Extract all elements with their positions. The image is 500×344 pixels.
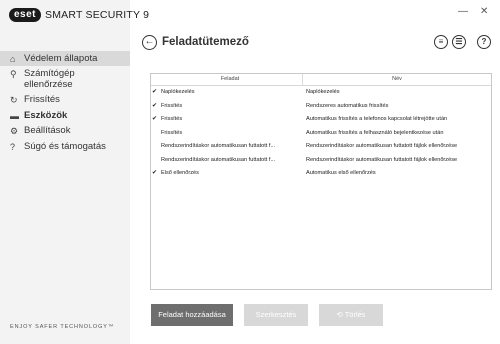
help-icon[interactable]: ? — [477, 35, 491, 49]
sidebar-item-1[interactable]: ⚲ Számítógép ellenőrzése — [0, 66, 130, 92]
table-row[interactable]: Frissítés Automatikus frissítés a felhasz… — [151, 127, 491, 141]
help-icon: ? — [10, 142, 16, 152]
table-row[interactable]: ✔ Naplókezelés Naplókezelés — [151, 86, 491, 100]
back-arrow-icon[interactable]: ← — [142, 35, 157, 50]
table-row[interactable]: ✔ Frissítés Rendszeres automatikus frissít… — [151, 100, 491, 114]
task-cell: Naplókezelés — [161, 89, 195, 95]
checkmark-icon[interactable]: ✔ — [151, 100, 158, 114]
checkmark-icon[interactable] — [151, 154, 158, 168]
task-cell: Rendszerindításkor automatikusan futtato… — [161, 143, 276, 149]
sidebar-item-label: Beállítások — [24, 125, 71, 136]
refresh-icon: ↻ — [10, 95, 18, 105]
sidebar-item-0[interactable]: ⌂ Védelem állapota — [0, 51, 130, 66]
task-cell: Első ellenőrzés — [161, 170, 199, 176]
checkmark-icon[interactable] — [151, 140, 158, 154]
name-cell: Rendszerindításkor automatikusan futtato… — [306, 143, 458, 149]
sidebar-item-label: Számítógép ellenőrzése — [24, 68, 75, 90]
list-menu-icon[interactable]: ≡ — [434, 35, 448, 49]
table-row[interactable]: Rendszerindításkor automatikusan futtato… — [151, 154, 491, 168]
checkmark-icon[interactable]: ✔ — [151, 113, 158, 127]
name-cell: Automatikus első ellenőrzés — [306, 170, 376, 176]
eset-logo: eset — [9, 8, 42, 22]
filter-icon[interactable]: ☰ — [452, 35, 466, 49]
sidebar-item-5[interactable]: ? Súgó és támogatás — [0, 139, 130, 154]
task-cell: Frissítés — [161, 116, 183, 122]
add-task-button[interactable]: Feladat hozzáadása — [151, 304, 233, 326]
search-icon: ⚲ — [10, 69, 17, 79]
sidebar-item-2[interactable]: ↻ Frissítés — [0, 92, 130, 108]
name-cell: Rendszerindításkor automatikusan futtato… — [306, 156, 458, 163]
sidebar-item-4[interactable]: ⚙ Beállítások — [0, 123, 130, 139]
gear-icon: ⚙ — [10, 126, 19, 136]
sidebar-item-label: Súgó és támogatás — [24, 141, 106, 152]
minimize-button[interactable]: — — [458, 6, 468, 17]
table-body: ✔ Naplókezelés Naplókezelés ✔ Frissítés Rends… — [151, 86, 491, 181]
task-cell: Rendszerindításkor automatikusan futtato… — [161, 156, 276, 163]
delete-button[interactable]: ⟲ Törlés — [319, 304, 383, 326]
briefcase-icon: ▬ — [10, 111, 19, 121]
table-row[interactable]: ✔ Frissítés Automatikus frissítés a telefo… — [151, 113, 491, 127]
name-cell: Automatikus frissítés a telefonos kapcso… — [306, 116, 448, 122]
app-logo: eset SMART SECURITY 9 — [9, 8, 149, 22]
name-cell: Rendszeres automatikus frissítés — [306, 102, 389, 109]
tagline: ENJOY SAFER TECHNOLOGY™ — [10, 324, 115, 330]
task-cell: Frissítés — [161, 102, 183, 109]
title-bar: eset SMART SECURITY 9 — ✕ — [0, 0, 500, 32]
column-header-name[interactable]: Név — [303, 74, 491, 85]
close-button[interactable]: ✕ — [480, 6, 488, 17]
page-title: Feladatütemező — [162, 36, 249, 48]
task-cell: Frissítés — [161, 129, 183, 136]
table-header: Feladat Név — [151, 74, 491, 86]
name-cell: Automatikus frissítés a felhasználó beje… — [306, 129, 444, 136]
edit-button[interactable]: Szerkesztés — [244, 304, 308, 326]
sidebar-item-3[interactable]: ▬ Eszközök — [0, 108, 130, 123]
sidebar-item-label: Frissítés — [24, 94, 60, 105]
checkmark-icon[interactable]: ✔ — [151, 167, 158, 181]
column-header-task[interactable]: Feladat — [158, 74, 303, 85]
checkmark-icon[interactable]: ✔ — [151, 86, 158, 100]
delete-label: Törlés — [344, 310, 366, 319]
sidebar-nav: ⌂ Védelem állapota ⚲ Számítógép ellenőrzése… — [0, 51, 130, 154]
product-name: SMART SECURITY 9 — [45, 9, 150, 21]
table-row[interactable]: Rendszerindításkor automatikusan futtato… — [151, 140, 491, 154]
sidebar-item-label: Védelem állapota — [24, 53, 98, 64]
home-icon: ⌂ — [10, 54, 16, 64]
scheduler-table: Feladat Név ✔ Naplókezelés Naplókezelés ✔ Fr… — [150, 73, 492, 290]
checkmark-icon[interactable] — [151, 127, 158, 141]
sidebar-item-label: Eszközök — [24, 110, 68, 121]
table-row[interactable]: ✔ Első ellenőrzés Automatikus első ellenőr… — [151, 167, 491, 181]
name-cell: Naplókezelés — [306, 89, 340, 95]
